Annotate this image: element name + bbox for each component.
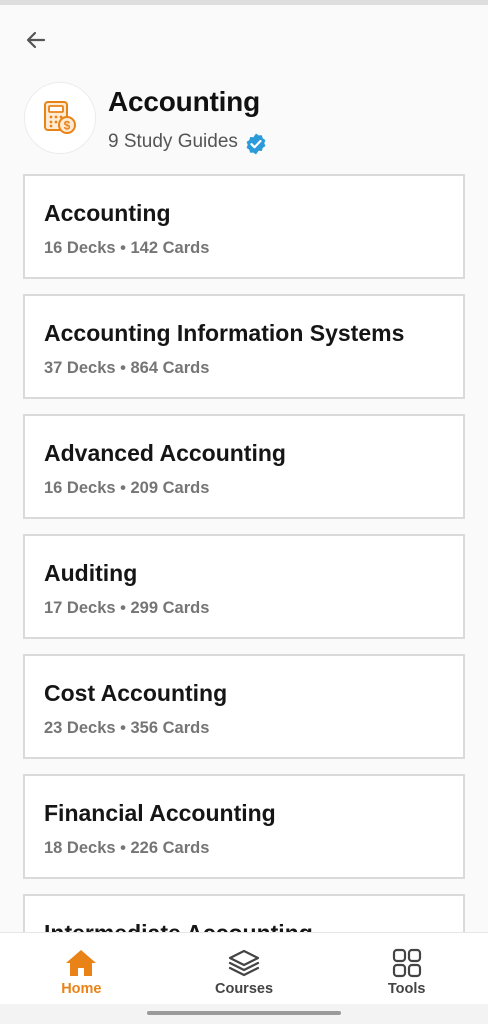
nav-courses-label: Courses — [214, 981, 274, 997]
study-guide-card[interactable]: Accounting 16 Decks • 142 Cards — [23, 174, 465, 279]
study-guide-meta: 23 Decks • 356 Cards — [44, 719, 210, 737]
nav-tools[interactable]: Tools — [325, 933, 488, 1004]
study-guide-card[interactable]: Cost Accounting 23 Decks • 356 Cards — [23, 654, 465, 759]
back-button[interactable] — [18, 24, 54, 56]
screen: $ Accounting 9 Study Guides Accounting 1… — [0, 0, 488, 1024]
study-guide-title: Auditing — [44, 560, 138, 586]
study-guide-title: Cost Accounting — [44, 680, 228, 706]
status-strip — [0, 0, 488, 5]
page-title: Accounting — [108, 86, 260, 117]
nav-home[interactable]: Home — [0, 933, 163, 1004]
study-guide-title: Financial Accounting — [44, 800, 276, 826]
study-guide-title: Accounting — [44, 200, 171, 226]
study-guide-title: Advanced Accounting — [44, 440, 286, 466]
study-guide-meta: 18 Decks • 226 Cards — [44, 839, 210, 857]
layers-icon — [227, 947, 261, 979]
study-guide-meta: 17 Decks • 299 Cards — [44, 599, 210, 617]
svg-text:$: $ — [64, 119, 71, 133]
nav-tools-label: Tools — [387, 981, 426, 997]
study-guide-count-label: 9 Study Guides — [108, 131, 238, 152]
study-guide-card[interactable]: Accounting Information Systems 37 Decks … — [23, 294, 465, 399]
grid-icon — [391, 947, 423, 979]
home-indicator[interactable] — [147, 1011, 341, 1015]
subject-logo: $ — [24, 82, 96, 154]
nav-home-label: Home — [61, 981, 102, 997]
calculator-dollar-icon: $ — [44, 101, 76, 134]
bottom-nav: Home Courses Tools — [0, 932, 488, 1004]
study-guide-card[interactable]: Advanced Accounting 16 Decks • 209 Cards — [23, 414, 465, 519]
study-guide-card[interactable]: Intermediate Accounting — [23, 894, 465, 934]
arrow-left-icon — [26, 31, 46, 49]
study-guide-card[interactable]: Financial Accounting 18 Decks • 226 Card… — [23, 774, 465, 879]
study-guide-meta: 16 Decks • 142 Cards — [44, 239, 210, 257]
subject-header: $ Accounting 9 Study Guides — [24, 82, 464, 156]
study-guide-list[interactable]: Accounting 16 Decks • 142 Cards Accounti… — [23, 174, 465, 934]
study-guide-meta: 37 Decks • 864 Cards — [44, 359, 210, 377]
study-guide-title: Accounting Information Systems — [44, 320, 405, 346]
nav-courses[interactable]: Courses — [163, 933, 326, 1004]
study-guide-card[interactable]: Auditing 17 Decks • 299 Cards — [23, 534, 465, 639]
study-guide-meta: 16 Decks • 209 Cards — [44, 479, 210, 497]
verified-badge-icon — [244, 132, 268, 156]
home-icon — [64, 947, 98, 979]
study-guide-count: 9 Study Guides — [108, 128, 268, 156]
